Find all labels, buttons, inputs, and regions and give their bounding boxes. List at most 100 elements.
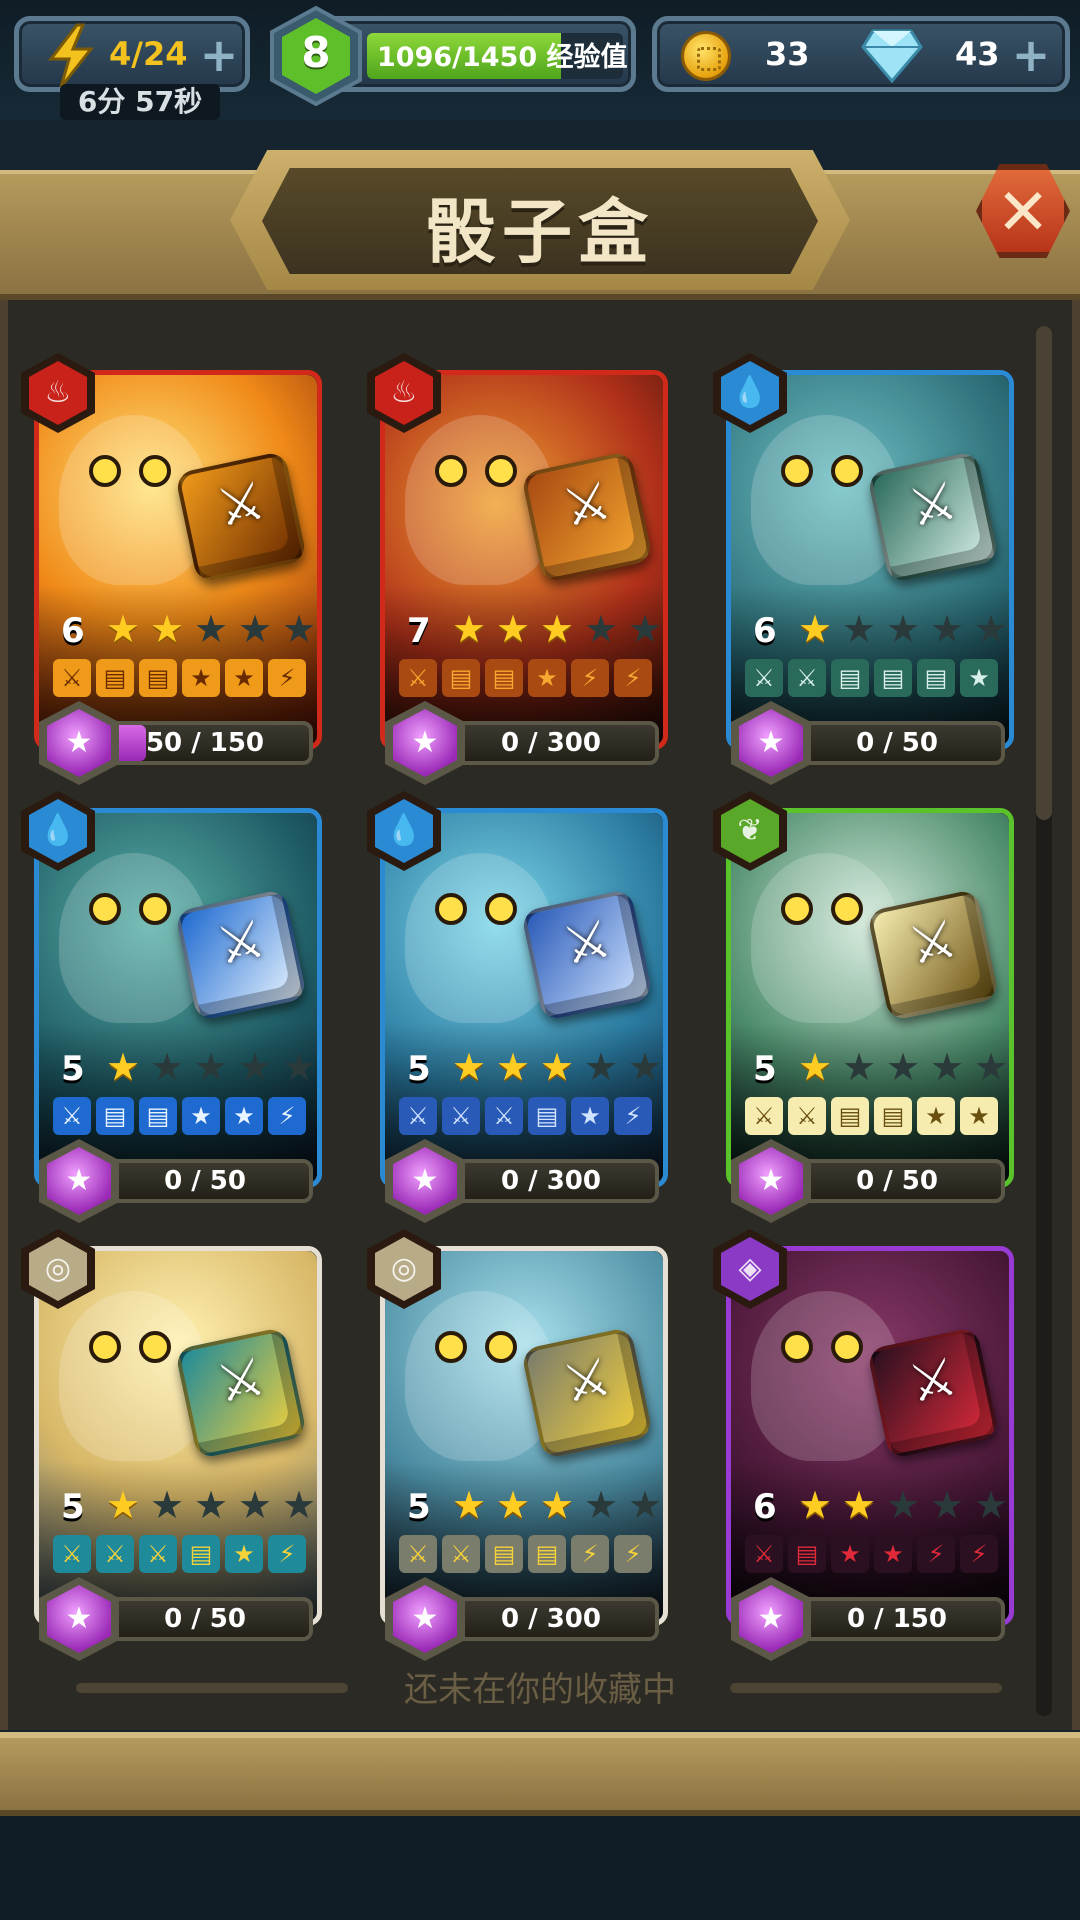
dice-card[interactable]: ⚔ ♨ 6 ★ ★ ★ ★ ★ ⚔ ▤ ▤ ★ ★ ⚡ 50 / 150 ★	[21, 353, 322, 785]
add-gems-button[interactable]: +	[1011, 32, 1051, 78]
star-icon: ★	[539, 1483, 575, 1527]
element-glyph: ◎	[29, 1237, 87, 1301]
dice-level: 5	[61, 1487, 85, 1527]
dice-level: 5	[407, 1049, 431, 1089]
star-icon: ★	[237, 1483, 273, 1527]
dice-faces: ⚔ ⚔ ▤ ▤ ⚡ ⚡	[399, 1535, 652, 1573]
star-icon: ★	[193, 607, 229, 651]
dice-level: 7	[407, 611, 431, 651]
shard-star-icon: ★	[393, 1585, 457, 1653]
dice-card[interactable]: ⚔ ◎ 5 ★ ★ ★ ★ ★ ⚔ ⚔ ▤ ▤ ⚡ ⚡ 0 / 300 ★	[367, 1229, 668, 1661]
dice-face-icon: ⚡	[268, 1535, 306, 1573]
dice-face-icon: ▤	[485, 659, 523, 697]
hero-eye	[485, 1331, 517, 1363]
star-icon: ★	[583, 1045, 619, 1089]
dice-faces: ⚔ ⚔ ⚔ ▤ ★ ⚡	[53, 1535, 306, 1573]
dice-faces: ⚔ ▤ ▤ ★ ★ ⚡	[53, 659, 306, 697]
star-icon: ★	[929, 607, 965, 651]
star-icon: ★	[539, 1045, 575, 1089]
hero-eye	[831, 455, 863, 487]
star-icon: ★	[451, 1483, 487, 1527]
star-icon: ★	[885, 1483, 921, 1527]
dice-face-icon: ⚔	[53, 1535, 91, 1573]
dice-level: 6	[753, 1487, 777, 1527]
dice-face-icon: ⚡	[268, 1097, 306, 1135]
star-icon: ★	[149, 1045, 185, 1089]
star-icon: ★	[281, 1045, 317, 1089]
dice-card[interactable]: ⚔ ◎ 5 ★ ★ ★ ★ ★ ⚔ ⚔ ⚔ ▤ ★ ⚡ 0 / 50 ★	[21, 1229, 322, 1661]
star-icon: ★	[885, 1045, 921, 1089]
star-icon: ★	[237, 1045, 273, 1089]
dice-face-icon: ⚡	[614, 1097, 652, 1135]
shard-star-icon: ★	[739, 709, 803, 777]
star-icon: ★	[797, 1483, 833, 1527]
dice-face-icon: ⚡	[917, 1535, 955, 1573]
dice-face-icon: ★	[917, 1097, 955, 1135]
coin-value: 33	[765, 35, 810, 73]
hero-eye	[139, 1331, 171, 1363]
star-icon: ★	[929, 1483, 965, 1527]
dice-face-icon: ▤	[874, 659, 912, 697]
hero-eye	[781, 1331, 813, 1363]
scrollbar-thumb[interactable]	[1036, 326, 1052, 820]
dice-face-icon: ⚔	[485, 1097, 523, 1135]
star-rating: ★ ★ ★ ★ ★	[795, 609, 1011, 649]
dice-face-icon: ▤	[96, 659, 134, 697]
star-icon: ★	[193, 1483, 229, 1527]
dice-level: 6	[61, 611, 85, 651]
shard-star-icon: ★	[47, 1147, 111, 1215]
dice-card[interactable]: ⚔ 💧 5 ★ ★ ★ ★ ★ ⚔ ▤ ▤ ★ ★ ⚡ 0 / 50 ★	[21, 791, 322, 1223]
dice-face-icon: ⚔	[399, 1097, 437, 1135]
top-status-bar: 4/24 + 6分 57秒 1096/1450 经验值 8 33 43 +	[0, 0, 1080, 120]
add-energy-button[interactable]: +	[199, 32, 239, 78]
shard-star-icon: ★	[47, 709, 111, 777]
hero-eye	[831, 1331, 863, 1363]
star-icon: ★	[797, 607, 833, 651]
hero-eye	[89, 1331, 121, 1363]
dice-face-icon: ★	[831, 1535, 869, 1573]
dice-face-icon: ▤	[874, 1097, 912, 1135]
dice-faces: ⚔ ⚔ ▤ ▤ ★ ★	[745, 1097, 998, 1135]
dice-card[interactable]: ⚔ ❦ 5 ★ ★ ★ ★ ★ ⚔ ⚔ ▤ ▤ ★ ★ 0 / 50 ★	[713, 791, 1014, 1223]
coin-icon	[681, 31, 731, 81]
dice-face-icon: ⚔	[442, 1535, 480, 1573]
xp-text: 1096/1450 经验值	[377, 42, 628, 73]
hero-eye	[139, 893, 171, 925]
hero-eye	[435, 893, 467, 925]
dice-face-icon: ★	[960, 659, 998, 697]
star-icon: ★	[885, 607, 921, 651]
star-rating: ★ ★ ★ ★ ★	[449, 609, 665, 649]
dice-face-icon: ▤	[831, 1097, 869, 1135]
close-icon[interactable]: ✕	[976, 166, 1070, 260]
star-rating: ★ ★ ★ ★ ★	[795, 1047, 1011, 1087]
dice-face-icon: ⚡	[571, 1535, 609, 1573]
dice-card[interactable]: ⚔ ◈ 6 ★ ★ ★ ★ ★ ⚔ ▤ ★ ★ ⚡ ⚡ 0 / 150 ★	[713, 1229, 1014, 1661]
dice-face-icon: ★	[182, 659, 220, 697]
star-icon: ★	[583, 607, 619, 651]
star-icon: ★	[539, 607, 575, 651]
hero-eye	[485, 893, 517, 925]
shard-star-icon: ★	[739, 1585, 803, 1653]
dice-face-icon: ⚔	[399, 659, 437, 697]
star-icon: ★	[627, 1483, 663, 1527]
star-icon: ★	[451, 1045, 487, 1089]
dice-faces: ⚔ ▤ ▤ ★ ★ ⚡	[53, 1097, 306, 1135]
star-icon: ★	[841, 1483, 877, 1527]
dice-card[interactable]: ⚔ 💧 5 ★ ★ ★ ★ ★ ⚔ ⚔ ⚔ ▤ ★ ⚡ 0 / 300 ★	[367, 791, 668, 1223]
dice-face-icon: ⚡	[960, 1535, 998, 1573]
energy-counter: 4/24 +	[14, 16, 250, 92]
element-glyph: ♨	[29, 361, 87, 425]
dice-face-icon: ▤	[528, 1097, 566, 1135]
dice-face-icon: ⚔	[745, 1535, 783, 1573]
dice-card[interactable]: ⚔ 💧 6 ★ ★ ★ ★ ★ ⚔ ⚔ ▤ ▤ ▤ ★ 0 / 50 ★	[713, 353, 1014, 785]
star-icon: ★	[105, 607, 141, 651]
hero-eye	[781, 455, 813, 487]
star-icon: ★	[841, 1045, 877, 1089]
hero-eye	[781, 893, 813, 925]
dice-card[interactable]: ⚔ ♨ 7 ★ ★ ★ ★ ★ ⚔ ▤ ▤ ★ ⚡ ⚡ 0 / 300 ★	[367, 353, 668, 785]
star-rating: ★ ★ ★ ★ ★	[103, 1047, 319, 1087]
dice-face-icon: ⚡	[614, 1535, 652, 1573]
star-icon: ★	[105, 1045, 141, 1089]
dice-face-icon: ★	[528, 659, 566, 697]
hero-eye	[831, 893, 863, 925]
